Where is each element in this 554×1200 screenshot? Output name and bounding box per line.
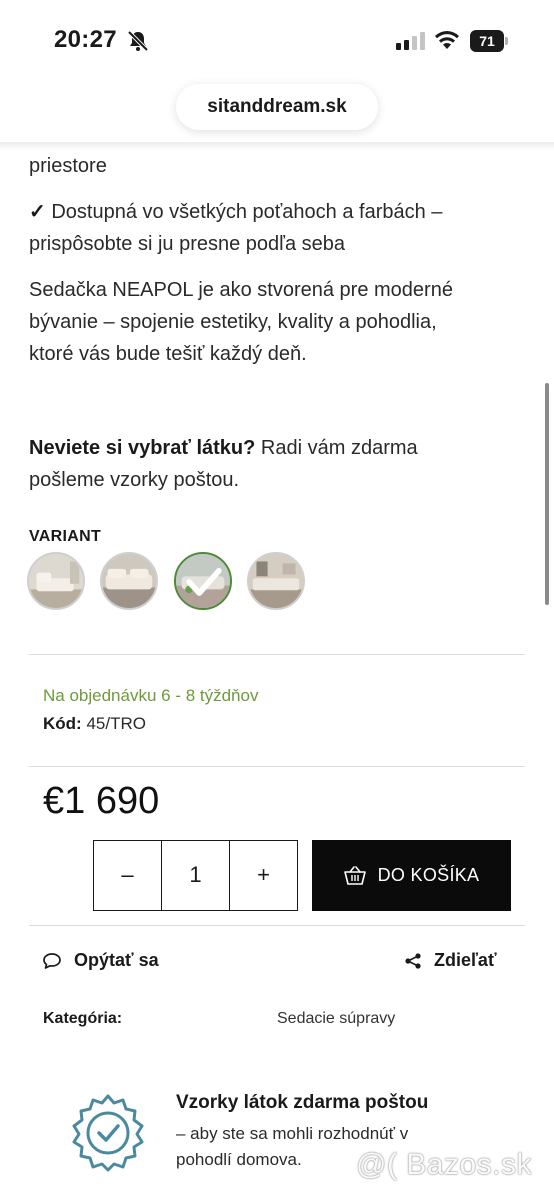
- quantity-stepper[interactable]: – 1 +: [93, 840, 298, 911]
- url-bar[interactable]: sitanddream.sk: [176, 84, 378, 130]
- share-icon: [405, 952, 421, 969]
- ask-question-label: Opýtať sa: [74, 950, 159, 970]
- battery-icon: 71: [470, 30, 508, 52]
- variant-label: VARIANT: [29, 528, 102, 545]
- description-paragraph-line2: bývanie – spojenie estetiky, kvality a p…: [29, 311, 437, 333]
- variant-swatch-2[interactable]: [100, 552, 158, 610]
- share-label: Zdieľať: [434, 950, 497, 970]
- variant-swatch-3[interactable]: [174, 552, 232, 610]
- scrollbar[interactable]: [545, 383, 549, 605]
- product-code: Kód: 45/TRO: [43, 714, 146, 733]
- variant-swatch-1[interactable]: [27, 552, 85, 610]
- ask-question-button[interactable]: Opýtať sa: [42, 950, 159, 971]
- quantity-increase-button[interactable]: +: [229, 841, 297, 910]
- quantity-decrease-button[interactable]: –: [94, 841, 161, 910]
- fabric-help-line1: Neviete si vybrať látku? Radi vám zdarma: [29, 437, 418, 459]
- description-paragraph-line3: ktoré vás bude tešiť každý deň.: [29, 343, 307, 365]
- share-button[interactable]: Zdieľať: [404, 950, 497, 971]
- divider: [29, 766, 525, 767]
- category-value[interactable]: Sedacie súpravy: [277, 1010, 395, 1028]
- add-to-cart-button[interactable]: DO KOŠÍKA: [312, 840, 511, 911]
- quantity-input[interactable]: 1: [161, 841, 229, 910]
- battery-level: 71: [470, 30, 504, 52]
- bell-muted-icon: [127, 30, 149, 52]
- fabric-help-line2: pošleme vzorky poštou.: [29, 469, 240, 491]
- basket-icon: [343, 865, 366, 885]
- divider: [29, 654, 525, 655]
- cell-signal-icon: [396, 32, 425, 50]
- status-bar: 20:27 71: [0, 0, 554, 80]
- add-to-cart-label: DO KOŠÍKA: [377, 865, 480, 885]
- description-bullet-line2: prispôsobte si ju presne podľa seba: [29, 233, 346, 255]
- free-samples-title: Vzorky látok zdarma poštou: [176, 1092, 429, 1113]
- bazos-watermark: @( Bazos.sk: [356, 1148, 532, 1181]
- variant-swatch-4[interactable]: [247, 552, 305, 610]
- speech-bubble-icon: [43, 952, 61, 969]
- description-bullet-line1: ✓ Dostupná vo všetkých poťahoch a farbác…: [29, 201, 443, 223]
- verified-badge-icon: [72, 1094, 144, 1172]
- check-icon: ✓: [29, 201, 46, 223]
- product-price: €1 690: [43, 780, 160, 822]
- wifi-icon: [435, 31, 459, 49]
- description-paragraph-line1: Sedačka NEAPOL je ako stvorená pre moder…: [29, 279, 453, 301]
- divider: [29, 925, 525, 926]
- category-label: Kategória:: [43, 1010, 123, 1027]
- status-time: 20:27: [54, 26, 117, 53]
- availability-text: Na objednávku 6 - 8 týždňov: [43, 686, 259, 705]
- description-fragment: priestore: [29, 155, 107, 177]
- toolbar-divider: [0, 142, 554, 150]
